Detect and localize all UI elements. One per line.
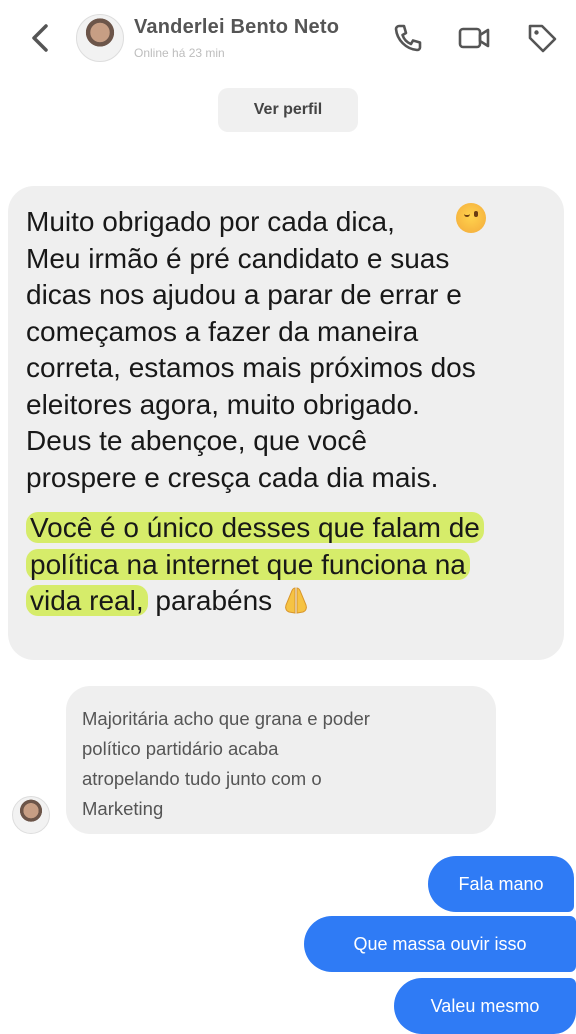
contact-status: Online há 23 min: [134, 46, 225, 60]
tag-icon[interactable]: [524, 20, 560, 56]
message-bubble-received-main: Muito obrigado por cada dica, Meu irmão …: [8, 186, 564, 660]
view-profile-button[interactable]: Ver perfil: [218, 88, 358, 132]
video-icon[interactable]: [456, 20, 492, 56]
highlight-line-1: Você é o único desses que falam de: [26, 512, 484, 543]
highlight-line-3: vida real,: [26, 585, 148, 616]
contact-avatar[interactable]: [76, 14, 124, 62]
main-message-text: Muito obrigado por cada dica, Meu irmão …: [26, 204, 546, 496]
highlight-line-2: política na internet que funciona na: [26, 548, 470, 580]
highlighted-message-text: Você é o único desses que falam de polít…: [26, 510, 546, 620]
message-bubble-sent-3: Valeu mesmo: [394, 978, 576, 1034]
message-tail: parabéns: [147, 585, 280, 616]
winking-face-emoji-icon: [456, 203, 486, 233]
phone-icon[interactable]: [390, 20, 426, 56]
contact-avatar-small[interactable]: [12, 796, 50, 834]
contact-name[interactable]: Vanderlei Bento Neto: [134, 16, 339, 39]
message-bubble-sent-2: Que massa ouvir isso: [304, 916, 576, 972]
chat-header: Vanderlei Bento Neto Online há 23 min: [0, 0, 576, 80]
folded-hands-emoji-icon: [285, 587, 307, 614]
main-message-body: Muito obrigado por cada dica, Meu irmão …: [26, 206, 476, 493]
back-icon[interactable]: [22, 18, 58, 58]
message-bubble-received: Majoritária acho que grana e poder polít…: [66, 686, 496, 834]
message-bubble-sent-1: Fala mano: [428, 856, 574, 912]
